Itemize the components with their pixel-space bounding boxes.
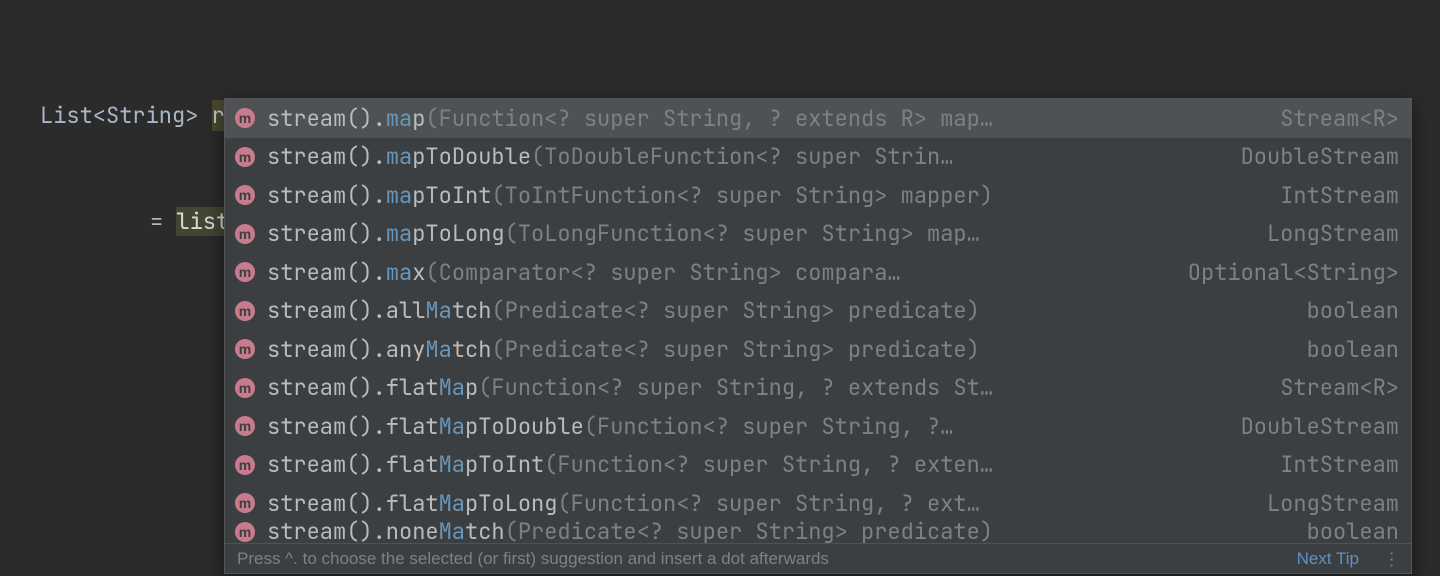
suggestion-text: stream().map(Function<? super String, ? … xyxy=(267,104,1260,133)
suggestion-text: stream().mapToLong(ToLongFunction<? supe… xyxy=(267,219,1247,248)
return-type: boolean xyxy=(1287,517,1399,543)
return-type: LongStream xyxy=(1247,219,1399,248)
suggestion-row[interactable]: m stream().anyMatch(Predicate<? super Str… xyxy=(225,330,1411,369)
return-type: Stream<R> xyxy=(1260,104,1399,133)
suggestion-text: stream().max(Comparator<? super String> … xyxy=(267,258,1168,287)
method-icon: m xyxy=(235,108,255,128)
suggestion-text: stream().flatMap(Function<? super String… xyxy=(267,373,1260,402)
suggestion-row[interactable]: m stream().mapToLong(ToLongFunction<? sup… xyxy=(225,215,1411,254)
equals-sign: = xyxy=(150,207,163,236)
autocomplete-popup[interactable]: m stream().map(Function<? super String, ?… xyxy=(224,98,1412,574)
return-type: boolean xyxy=(1287,335,1399,364)
return-type: IntStream xyxy=(1260,181,1399,210)
suggestion-row[interactable]: mstream().noneMatch(Predicate<? super St… xyxy=(225,523,1411,541)
suggestion-row[interactable]: m stream().mapToDouble(ToDoubleFunction<?… xyxy=(225,138,1411,177)
return-type: Optional<String> xyxy=(1168,258,1399,287)
suggestion-text: stream().allMatch(Predicate<? super Stri… xyxy=(267,296,1287,325)
method-icon: m xyxy=(235,455,255,475)
method-icon: m xyxy=(235,339,255,359)
method-icon: m xyxy=(235,147,255,167)
suggestion-text: stream().flatMapToDouble(Function<? supe… xyxy=(267,412,1221,441)
suggestion-row[interactable]: m stream().mapToInt(ToIntFunction<? super… xyxy=(225,176,1411,215)
return-type: LongStream xyxy=(1247,489,1399,518)
more-icon[interactable]: ⋯ xyxy=(1381,551,1402,567)
suggestion-text: stream().flatMapToInt(Function<? super S… xyxy=(267,450,1260,479)
method-icon: m xyxy=(235,378,255,398)
suggestion-row[interactable]: m stream().max(Comparator<? super String>… xyxy=(225,253,1411,292)
return-type: DoubleStream xyxy=(1221,412,1399,441)
suggestion-text: stream().flatMapToLong(Function<? super … xyxy=(267,489,1247,518)
suggestion-text: stream().mapToInt(ToIntFunction<? super … xyxy=(267,181,1260,210)
return-type: DoubleStream xyxy=(1221,142,1399,171)
method-icon: m xyxy=(235,224,255,244)
suggestion-row[interactable]: m stream().allMatch(Predicate<? super Str… xyxy=(225,292,1411,331)
type-decl: List<String> xyxy=(40,101,198,130)
method-icon: m xyxy=(235,301,255,321)
return-type: IntStream xyxy=(1260,450,1399,479)
suggestion-text: stream().noneMatch(Predicate<? super Str… xyxy=(267,517,1287,543)
suggestion-list[interactable]: m stream().map(Function<? super String, ?… xyxy=(225,99,1411,543)
suggestion-text: stream().mapToDouble(ToDoubleFunction<? … xyxy=(267,142,1221,171)
return-type: Stream<R> xyxy=(1260,373,1399,402)
suggestion-row[interactable]: m stream().flatMapToDouble(Function<? sup… xyxy=(225,407,1411,446)
method-icon: m xyxy=(235,493,255,513)
popup-footer: Press ^. to choose the selected (or firs… xyxy=(225,543,1411,573)
suggestion-row[interactable]: m stream().flatMapToInt(Function<? super … xyxy=(225,446,1411,485)
method-icon: m xyxy=(235,522,255,542)
suggestion-row[interactable]: m stream().flatMap(Function<? super Strin… xyxy=(225,369,1411,408)
suggestion-text: stream().anyMatch(Predicate<? super Stri… xyxy=(267,335,1287,364)
method-icon: m xyxy=(235,416,255,436)
footer-hint-text: Press ^. to choose the selected (or firs… xyxy=(237,549,829,569)
return-type: boolean xyxy=(1287,296,1399,325)
method-icon: m xyxy=(235,262,255,282)
next-tip-link[interactable]: Next Tip xyxy=(1297,549,1359,569)
method-icon: m xyxy=(235,185,255,205)
suggestion-row[interactable]: m stream().map(Function<? super String, ?… xyxy=(225,99,1411,138)
